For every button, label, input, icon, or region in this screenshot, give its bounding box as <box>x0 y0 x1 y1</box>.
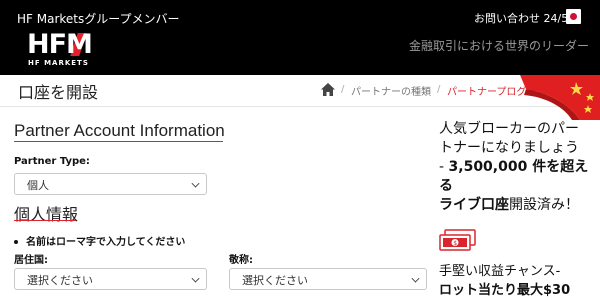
logo-mark: HFM <box>27 29 93 60</box>
promo-line: - 3,500,000 件を超える <box>439 158 597 196</box>
promo-opened: 開設済み！ <box>509 197 579 213</box>
breadcrumb-bar: 口座を開設 / パートナーの種類 / パートナープログラム... <box>0 75 600 107</box>
top-header: HF Marketsグループメンバー お問い合わせ 24/5 HFM HF MA… <box>0 0 600 75</box>
page-title: 口座を開設 <box>18 83 99 102</box>
group-member-text: HF Marketsグループメンバー <box>17 12 180 26</box>
section-title: Partner Account Information <box>14 121 225 140</box>
svg-text:$: $ <box>453 240 457 247</box>
promo-line: トナーになりましょう <box>439 140 579 156</box>
contact-link[interactable]: お問い合わせ 24/5 <box>474 10 568 26</box>
breadcrumb-partner-type[interactable]: パートナーの種類 <box>351 83 431 98</box>
hfm-logo[interactable]: HFM HF MARKETS <box>27 31 101 68</box>
bullet-icon <box>14 240 18 244</box>
promo-line: ライブ口座開設済み！ <box>439 196 597 215</box>
cash-icon: $ <box>439 229 476 251</box>
earnings-line: 手堅い収益チャンス- <box>439 264 561 279</box>
breadcrumb-separator: / <box>341 84 345 95</box>
honorific-value: 選択ください <box>242 274 308 287</box>
chevron-down-icon <box>191 179 200 188</box>
earnings-per-lot: ロット当たり最大$30 <box>439 283 571 298</box>
partner-type-select[interactable]: 個人 <box>14 173 207 195</box>
earnings-promo: 手堅い収益チャンス- ロット当たり最大$30 <box>439 262 597 300</box>
breadcrumb-separator: / <box>437 84 441 95</box>
personal-info-underline <box>14 220 76 221</box>
promo-live-accounts: ライブ口座 <box>439 197 509 213</box>
chevron-down-icon <box>191 274 200 283</box>
personal-info-title: 個人情報 <box>14 205 79 224</box>
tagline: 金融取引における世界のリーダー <box>409 39 590 53</box>
residence-country-value: 選択ください <box>27 274 93 287</box>
promo-dash: - <box>439 159 449 175</box>
promo-accounts-count: 3,500,000 件を超える <box>439 159 589 194</box>
romaji-note: 名前はローマ字で入力してください <box>14 233 185 248</box>
partner-type-value: 個人 <box>27 179 49 192</box>
flag-banner-image <box>520 75 600 120</box>
earnings-line: ロット当たり最大$30 <box>439 281 597 300</box>
chevron-down-icon <box>411 274 420 283</box>
partner-type-label: Partner Type: <box>14 156 90 167</box>
romaji-note-text: 名前はローマ字で入力してください <box>26 237 186 248</box>
partner-promo: 人気ブローカーのパー トナーになりましょう - 3,500,000 件を超える … <box>439 120 597 215</box>
residence-country-label: 居住国: <box>14 255 48 266</box>
honorific-select[interactable]: 選択ください <box>229 268 427 290</box>
residence-country-select[interactable]: 選択ください <box>14 268 207 290</box>
honorific-label: 敬称: <box>229 255 253 266</box>
home-icon[interactable] <box>321 83 335 96</box>
japan-flag-icon[interactable] <box>566 9 581 24</box>
section-title-underline <box>14 141 223 142</box>
logo-subtitle: HF MARKETS <box>28 59 89 67</box>
promo-line: 人気ブローカーのパー <box>439 121 579 137</box>
